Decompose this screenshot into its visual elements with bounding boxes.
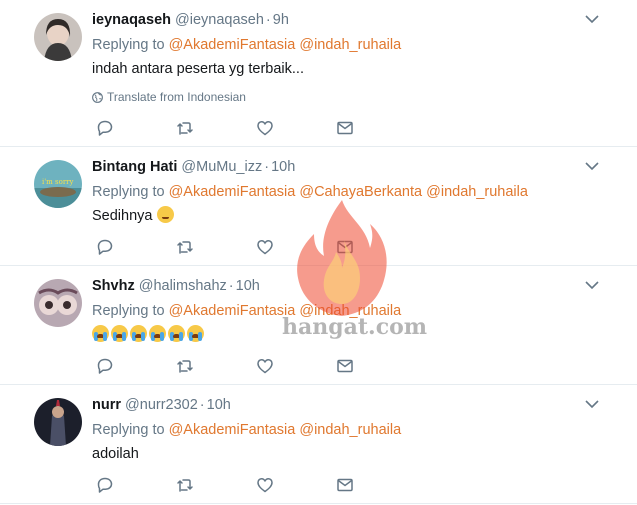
loudly-crying-face-emoji [187, 325, 204, 342]
replying-label: Replying to [92, 422, 165, 438]
reply-icon [97, 477, 113, 493]
retweet-icon [177, 241, 193, 254]
tweet[interactable]: nurr @nurr2302 · 10h Replying to @AkademiF… [0, 385, 637, 504]
separator-dot: · [264, 159, 270, 175]
dm-button[interactable] [336, 238, 416, 256]
mention-link[interactable]: @AkademiFantasia [169, 184, 296, 200]
avatar[interactable] [34, 13, 82, 61]
like-button[interactable] [256, 476, 336, 494]
user-handle[interactable]: @halimshahz [139, 278, 227, 294]
mention-link[interactable]: @AkademiFantasia [169, 422, 296, 438]
display-name[interactable]: Bintang Hati [92, 159, 177, 175]
loudly-crying-face-emoji [130, 325, 147, 342]
loudly-crying-face-emoji [111, 325, 128, 342]
tweet-text: adoilah [92, 446, 139, 462]
replying-label: Replying to [92, 303, 165, 319]
separator-dot: · [199, 397, 205, 413]
loudly-crying-face-emoji [92, 325, 109, 342]
user-handle[interactable]: @ieynaqaseh [175, 12, 264, 28]
translate-label[interactable]: Translate from Indonesian [107, 90, 246, 104]
reply-icon [97, 239, 113, 255]
dm-icon [337, 121, 353, 135]
user-handle[interactable]: @MuMu_izz [181, 159, 262, 175]
timestamp[interactable]: 10h [207, 397, 231, 413]
tweet-text: indah antara peserta yg terbaik... [92, 61, 304, 77]
like-icon [257, 240, 273, 255]
like-button[interactable] [256, 119, 336, 137]
retweet-button[interactable] [176, 238, 256, 256]
replying-to: Replying to @AkademiFantasia @indah_ruha… [92, 35, 597, 55]
dm-button[interactable] [336, 476, 416, 494]
like-icon [257, 121, 273, 136]
translate-link[interactable]: Translate from Indonesian [92, 90, 597, 104]
tweet-actions [96, 476, 416, 494]
display-name[interactable]: nurr [92, 397, 121, 413]
chevron-down-icon[interactable] [584, 279, 600, 291]
separator-dot: · [265, 12, 271, 28]
dm-button[interactable] [336, 119, 416, 137]
retweet-button[interactable] [176, 119, 256, 137]
avatar[interactable] [34, 279, 82, 327]
tweet[interactable]: ieynaqaseh @ieynaqaseh · 9h Replying to @A… [0, 0, 637, 147]
retweet-button[interactable] [176, 357, 256, 375]
reply-icon [97, 120, 113, 136]
timestamp[interactable]: 10h [236, 278, 260, 294]
loudly-crying-face-emoji [149, 325, 166, 342]
like-button[interactable] [256, 357, 336, 375]
like-icon [257, 359, 273, 374]
replying-label: Replying to [92, 37, 165, 53]
reply-button[interactable] [96, 476, 176, 494]
tweet-actions [96, 238, 416, 256]
replying-to: Replying to @AkademiFantasia @CahayaBerk… [92, 182, 597, 202]
reply-button[interactable] [96, 238, 176, 256]
replying-label: Replying to [92, 184, 165, 200]
tweet-actions [96, 357, 416, 375]
mention-link[interactable]: @indah_ruhaila [426, 184, 528, 200]
timestamp[interactable]: 10h [271, 159, 295, 175]
reply-icon [97, 358, 113, 374]
avatar[interactable] [34, 398, 82, 446]
separator-dot: · [228, 278, 234, 294]
timestamp[interactable]: 9h [273, 12, 289, 28]
mention-link[interactable]: @AkademiFantasia [169, 37, 296, 53]
reply-button[interactable] [96, 357, 176, 375]
dm-icon [337, 478, 353, 492]
chevron-down-icon[interactable] [584, 398, 600, 410]
globe-icon [92, 91, 103, 103]
replying-to: Replying to @AkademiFantasia @indah_ruha… [92, 301, 597, 321]
mention-link[interactable]: @AkademiFantasia [169, 303, 296, 319]
retweet-icon [177, 122, 193, 135]
tweet-text: Sedihnya [92, 206, 597, 226]
relieved-face-emoji [156, 206, 174, 223]
chevron-down-icon[interactable] [584, 160, 600, 172]
svg-text:i'm sorry: i'm sorry [42, 178, 74, 186]
display-name[interactable]: ieynaqaseh [92, 12, 171, 28]
retweet-icon [177, 360, 193, 373]
retweet-button[interactable] [176, 476, 256, 494]
tweet[interactable]: Shvhz @halimshahz · 10h Replying to @Akade… [0, 266, 637, 385]
dm-button[interactable] [336, 357, 416, 375]
avatar[interactable]: i'm sorry [34, 160, 82, 208]
like-button[interactable] [256, 238, 336, 256]
like-icon [257, 478, 273, 493]
mention-link[interactable]: @CahayaBerkanta [299, 184, 422, 200]
user-handle[interactable]: @nurr2302 [125, 397, 198, 413]
mention-link[interactable]: @indah_ruhaila [299, 422, 401, 438]
tweet-text-content: Sedihnya [92, 208, 153, 224]
mention-link[interactable]: @indah_ruhaila [299, 303, 401, 319]
dm-icon [337, 240, 353, 254]
retweet-icon [177, 479, 193, 492]
reply-button[interactable] [96, 119, 176, 137]
tweet-actions [96, 119, 416, 137]
tweet-text [92, 325, 597, 345]
mention-link[interactable]: @indah_ruhaila [299, 37, 401, 53]
display-name[interactable]: Shvhz [92, 278, 135, 294]
chevron-down-icon[interactable] [584, 13, 600, 25]
loudly-crying-face-emoji [168, 325, 185, 342]
dm-icon [337, 359, 353, 373]
replying-to: Replying to @AkademiFantasia @indah_ruha… [92, 420, 597, 440]
tweet[interactable]: i'm sorry Bintang Hati @MuMu_izz · 10h Rep… [0, 147, 637, 266]
